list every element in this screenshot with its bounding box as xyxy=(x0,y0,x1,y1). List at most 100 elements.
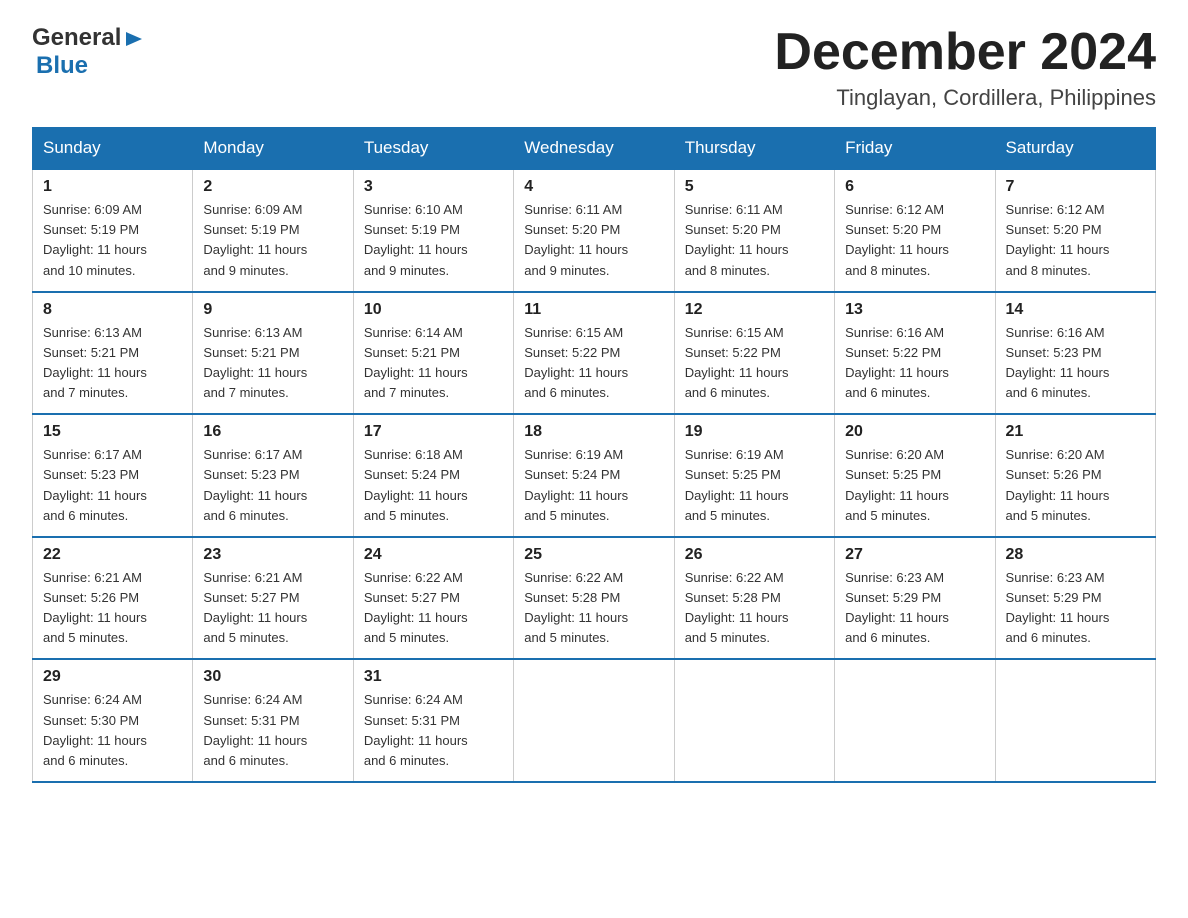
day-number: 15 xyxy=(43,423,182,441)
day-info: Sunrise: 6:17 AMSunset: 5:23 PMDaylight:… xyxy=(43,445,182,526)
calendar-cell: 3 Sunrise: 6:10 AMSunset: 5:19 PMDaylight… xyxy=(353,169,513,292)
day-info: Sunrise: 6:10 AMSunset: 5:19 PMDaylight:… xyxy=(364,200,503,281)
calendar-cell: 24 Sunrise: 6:22 AMSunset: 5:27 PMDayligh… xyxy=(353,537,513,660)
day-number: 10 xyxy=(364,301,503,319)
day-number: 1 xyxy=(43,178,182,196)
calendar-cell: 20Sunrise: 6:20 AMSunset: 5:25 PMDayligh… xyxy=(835,414,995,537)
calendar-cell xyxy=(674,659,834,782)
day-info: Sunrise: 6:22 AMSunset: 5:28 PMDaylight:… xyxy=(524,568,663,649)
weekday-header-sunday: Sunday xyxy=(33,128,193,170)
day-info: Sunrise: 6:22 AMSunset: 5:28 PMDaylight:… xyxy=(685,568,824,649)
day-number: 25 xyxy=(524,546,663,564)
calendar-cell: 19 Sunrise: 6:19 AMSunset: 5:25 PMDayligh… xyxy=(674,414,834,537)
calendar-week-row: 15 Sunrise: 6:17 AMSunset: 5:23 PMDayligh… xyxy=(33,414,1156,537)
day-number: 8 xyxy=(43,301,182,319)
day-info: Sunrise: 6:23 AMSunset: 5:29 PMDaylight:… xyxy=(1006,568,1145,649)
day-info: Sunrise: 6:12 AMSunset: 5:20 PMDaylight:… xyxy=(845,200,984,281)
calendar-cell: 27Sunrise: 6:23 AMSunset: 5:29 PMDayligh… xyxy=(835,537,995,660)
day-number: 11 xyxy=(524,301,663,319)
calendar-cell: 6 Sunrise: 6:12 AMSunset: 5:20 PMDaylight… xyxy=(835,169,995,292)
day-info: Sunrise: 6:14 AMSunset: 5:21 PMDaylight:… xyxy=(364,323,503,404)
day-number: 19 xyxy=(685,423,824,441)
day-info: Sunrise: 6:21 AMSunset: 5:27 PMDaylight:… xyxy=(203,568,342,649)
weekday-header-friday: Friday xyxy=(835,128,995,170)
day-number: 31 xyxy=(364,668,503,686)
calendar-cell: 29 Sunrise: 6:24 AMSunset: 5:30 PMDayligh… xyxy=(33,659,193,782)
calendar-cell: 17Sunrise: 6:18 AMSunset: 5:24 PMDayligh… xyxy=(353,414,513,537)
day-number: 17 xyxy=(364,423,503,441)
weekday-header-saturday: Saturday xyxy=(995,128,1155,170)
day-info: Sunrise: 6:16 AMSunset: 5:23 PMDaylight:… xyxy=(1006,323,1145,404)
day-info: Sunrise: 6:24 AMSunset: 5:31 PMDaylight:… xyxy=(364,690,503,771)
calendar-cell xyxy=(995,659,1155,782)
day-number: 9 xyxy=(203,301,342,319)
calendar-cell: 13Sunrise: 6:16 AMSunset: 5:22 PMDayligh… xyxy=(835,292,995,415)
title-block: December 2024 Tinglayan, Cordillera, Phi… xyxy=(774,24,1156,111)
calendar-cell xyxy=(514,659,674,782)
calendar-cell: 10 Sunrise: 6:14 AMSunset: 5:21 PMDayligh… xyxy=(353,292,513,415)
calendar-week-row: 22Sunrise: 6:21 AMSunset: 5:26 PMDayligh… xyxy=(33,537,1156,660)
day-number: 4 xyxy=(524,178,663,196)
calendar-cell: 12Sunrise: 6:15 AMSunset: 5:22 PMDayligh… xyxy=(674,292,834,415)
calendar-cell: 4 Sunrise: 6:11 AMSunset: 5:20 PMDaylight… xyxy=(514,169,674,292)
calendar-table: SundayMondayTuesdayWednesdayThursdayFrid… xyxy=(32,127,1156,783)
day-number: 30 xyxy=(203,668,342,686)
day-number: 29 xyxy=(43,668,182,686)
day-info: Sunrise: 6:24 AMSunset: 5:30 PMDaylight:… xyxy=(43,690,182,771)
calendar-week-row: 1 Sunrise: 6:09 AMSunset: 5:19 PMDaylight… xyxy=(33,169,1156,292)
day-number: 24 xyxy=(364,546,503,564)
calendar-cell xyxy=(835,659,995,782)
weekday-header-monday: Monday xyxy=(193,128,353,170)
day-info: Sunrise: 6:23 AMSunset: 5:29 PMDaylight:… xyxy=(845,568,984,649)
day-number: 28 xyxy=(1006,546,1145,564)
day-number: 3 xyxy=(364,178,503,196)
day-number: 7 xyxy=(1006,178,1145,196)
day-number: 6 xyxy=(845,178,984,196)
day-info: Sunrise: 6:22 AMSunset: 5:27 PMDaylight:… xyxy=(364,568,503,649)
day-info: Sunrise: 6:19 AMSunset: 5:24 PMDaylight:… xyxy=(524,445,663,526)
weekday-header-wednesday: Wednesday xyxy=(514,128,674,170)
calendar-cell: 18Sunrise: 6:19 AMSunset: 5:24 PMDayligh… xyxy=(514,414,674,537)
day-info: Sunrise: 6:21 AMSunset: 5:26 PMDaylight:… xyxy=(43,568,182,649)
day-info: Sunrise: 6:09 AMSunset: 5:19 PMDaylight:… xyxy=(43,200,182,281)
weekday-header-tuesday: Tuesday xyxy=(353,128,513,170)
calendar-cell: 14Sunrise: 6:16 AMSunset: 5:23 PMDayligh… xyxy=(995,292,1155,415)
calendar-cell: 28 Sunrise: 6:23 AMSunset: 5:29 PMDayligh… xyxy=(995,537,1155,660)
calendar-cell: 26 Sunrise: 6:22 AMSunset: 5:28 PMDayligh… xyxy=(674,537,834,660)
day-number: 12 xyxy=(685,301,824,319)
day-info: Sunrise: 6:17 AMSunset: 5:23 PMDaylight:… xyxy=(203,445,342,526)
day-info: Sunrise: 6:20 AMSunset: 5:25 PMDaylight:… xyxy=(845,445,984,526)
day-info: Sunrise: 6:19 AMSunset: 5:25 PMDaylight:… xyxy=(685,445,824,526)
calendar-week-row: 29 Sunrise: 6:24 AMSunset: 5:30 PMDayligh… xyxy=(33,659,1156,782)
day-info: Sunrise: 6:20 AMSunset: 5:26 PMDaylight:… xyxy=(1006,445,1145,526)
day-number: 21 xyxy=(1006,423,1145,441)
calendar-cell: 22Sunrise: 6:21 AMSunset: 5:26 PMDayligh… xyxy=(33,537,193,660)
weekday-header-thursday: Thursday xyxy=(674,128,834,170)
day-info: Sunrise: 6:09 AMSunset: 5:19 PMDaylight:… xyxy=(203,200,342,281)
calendar-cell: 1 Sunrise: 6:09 AMSunset: 5:19 PMDaylight… xyxy=(33,169,193,292)
calendar-cell: 25 Sunrise: 6:22 AMSunset: 5:28 PMDayligh… xyxy=(514,537,674,660)
weekday-header-row: SundayMondayTuesdayWednesdayThursdayFrid… xyxy=(33,128,1156,170)
logo-blue-text: Blue xyxy=(36,52,88,79)
calendar-cell: 23 Sunrise: 6:21 AMSunset: 5:27 PMDayligh… xyxy=(193,537,353,660)
page-header: General Blue December 2024 Tinglayan, Co… xyxy=(32,24,1156,111)
day-info: Sunrise: 6:11 AMSunset: 5:20 PMDaylight:… xyxy=(524,200,663,281)
day-number: 23 xyxy=(203,546,342,564)
day-info: Sunrise: 6:24 AMSunset: 5:31 PMDaylight:… xyxy=(203,690,342,771)
calendar-cell: 9Sunrise: 6:13 AMSunset: 5:21 PMDaylight… xyxy=(193,292,353,415)
day-number: 16 xyxy=(203,423,342,441)
location: Tinglayan, Cordillera, Philippines xyxy=(774,85,1156,111)
day-info: Sunrise: 6:12 AMSunset: 5:20 PMDaylight:… xyxy=(1006,200,1145,281)
calendar-cell: 30 Sunrise: 6:24 AMSunset: 5:31 PMDayligh… xyxy=(193,659,353,782)
calendar-cell: 15 Sunrise: 6:17 AMSunset: 5:23 PMDayligh… xyxy=(33,414,193,537)
day-number: 5 xyxy=(685,178,824,196)
day-info: Sunrise: 6:11 AMSunset: 5:20 PMDaylight:… xyxy=(685,200,824,281)
day-info: Sunrise: 6:15 AMSunset: 5:22 PMDaylight:… xyxy=(524,323,663,404)
month-title: December 2024 xyxy=(774,24,1156,81)
calendar-cell: 5 Sunrise: 6:11 AMSunset: 5:20 PMDaylight… xyxy=(674,169,834,292)
day-number: 26 xyxy=(685,546,824,564)
logo-triangle-icon xyxy=(123,28,145,50)
logo: General Blue xyxy=(32,24,145,80)
calendar-cell: 8Sunrise: 6:13 AMSunset: 5:21 PMDaylight… xyxy=(33,292,193,415)
calendar-cell: 31 Sunrise: 6:24 AMSunset: 5:31 PMDayligh… xyxy=(353,659,513,782)
